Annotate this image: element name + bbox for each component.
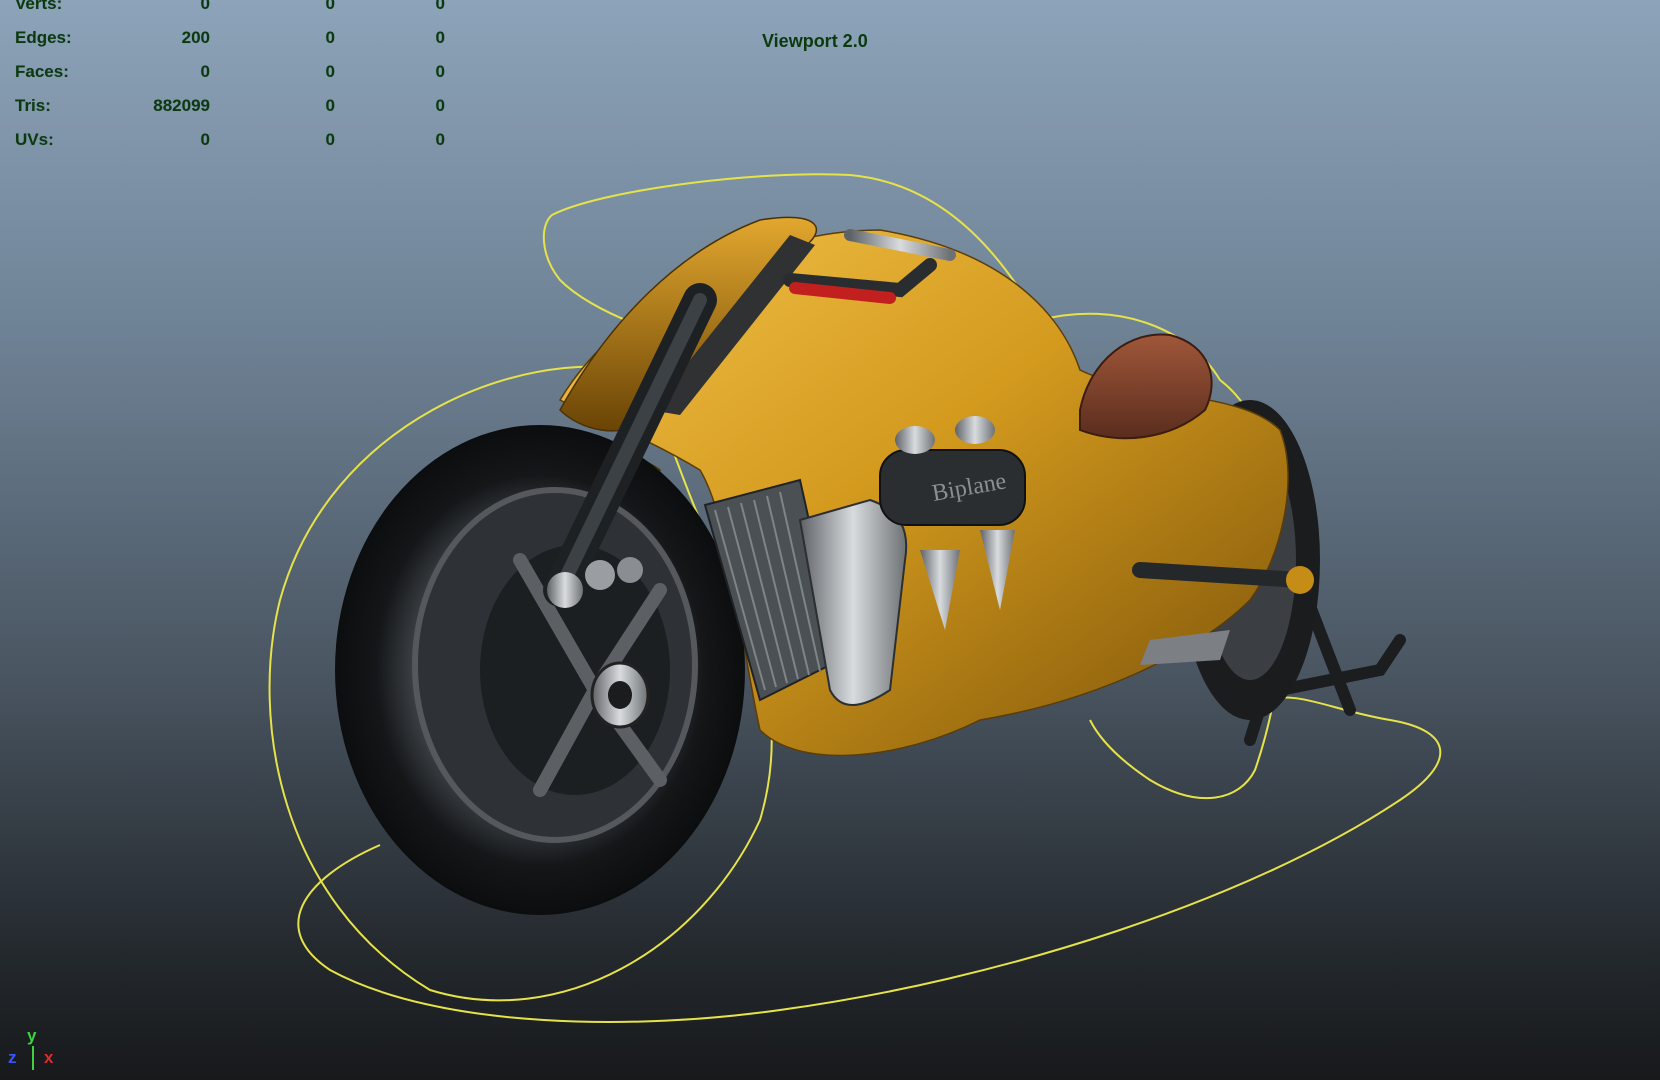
axis-indicator: y z x bbox=[8, 1026, 68, 1078]
axis-line bbox=[32, 1046, 34, 1070]
front-wheel bbox=[335, 425, 745, 915]
axis-y-label: y bbox=[27, 1026, 37, 1045]
axis-z-label: z bbox=[8, 1048, 17, 1067]
axis-x-label: x bbox=[44, 1048, 54, 1067]
viewport-scene[interactable]: Biplane bbox=[0, 0, 1660, 1080]
